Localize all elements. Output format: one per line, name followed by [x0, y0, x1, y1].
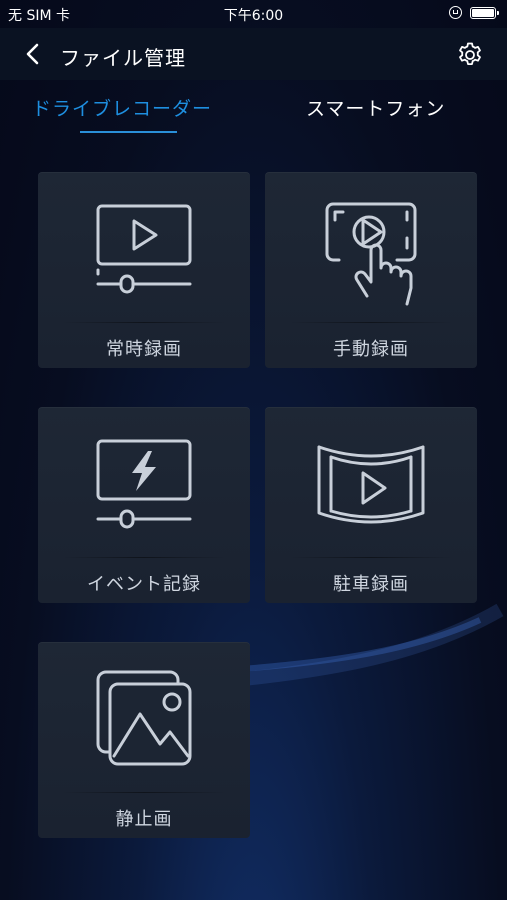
settings-gear-icon[interactable] — [456, 41, 484, 69]
card-label: 常時録画 — [106, 339, 182, 360]
card-divider — [289, 322, 453, 323]
card-divider — [62, 557, 226, 558]
card-label: 静止画 — [115, 809, 173, 830]
nav-bar: ファイル管理 — [0, 28, 507, 80]
card-label: 手動録画 — [333, 339, 409, 360]
card-divider — [62, 322, 226, 323]
card-label: イベント記録 — [87, 574, 201, 595]
card-continuous-recording[interactable]: 常時録画 — [38, 172, 250, 368]
tab-drive-recorder[interactable]: ドライブレコーダー — [32, 94, 212, 121]
image-gallery-icon — [96, 670, 192, 766]
card-divider — [62, 792, 226, 793]
orientation-lock-icon — [449, 6, 462, 19]
lightning-video-icon — [96, 439, 192, 529]
status-bar: 无 SIM 卡 下午6:00 — [0, 0, 507, 28]
card-parking-recording[interactable]: 駐車録画 — [265, 407, 477, 603]
battery-icon — [470, 7, 499, 19]
back-chevron-icon[interactable] — [22, 42, 46, 66]
active-tab-indicator — [80, 131, 177, 133]
tab-bar: ドライブレコーダー スマートフォン — [0, 80, 507, 140]
card-still-image[interactable]: 静止画 — [38, 642, 250, 838]
card-manual-recording[interactable]: 手動録画 — [265, 172, 477, 368]
page-title: ファイル管理 — [60, 46, 186, 70]
card-event-recording[interactable]: イベント記録 — [38, 407, 250, 603]
panorama-play-icon — [317, 445, 425, 524]
video-play-icon — [96, 204, 192, 294]
touch-play-icon — [325, 202, 417, 306]
card-label: 駐車録画 — [333, 574, 409, 595]
clock: 下午6:00 — [223, 8, 284, 24]
tab-smartphone[interactable]: スマートフォン — [306, 94, 445, 121]
card-divider — [289, 557, 453, 558]
